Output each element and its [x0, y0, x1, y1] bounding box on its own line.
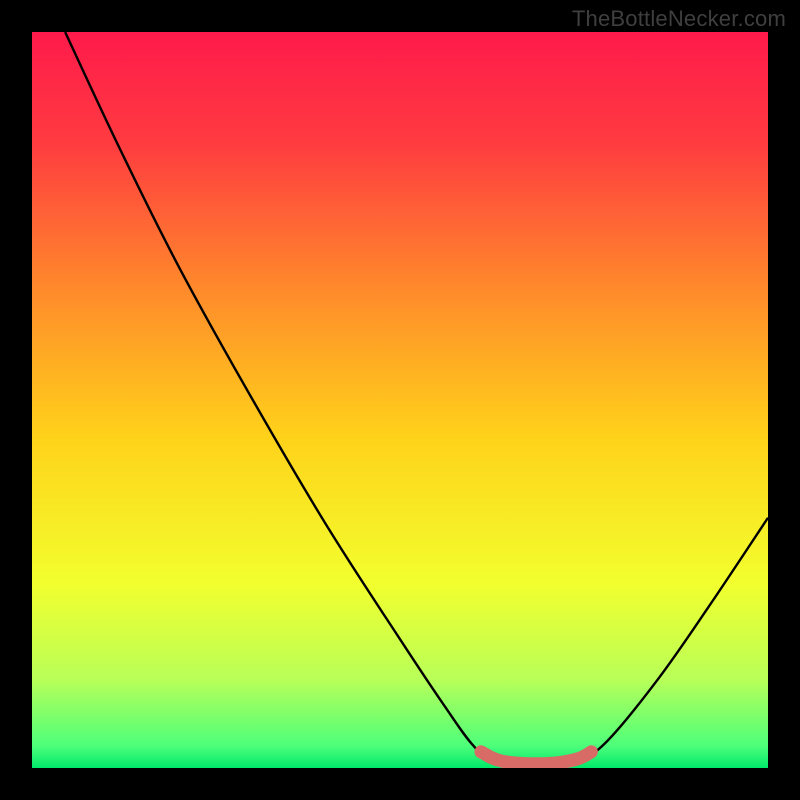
gradient-background	[32, 32, 768, 768]
chart-svg	[32, 32, 768, 768]
plot-area	[32, 32, 768, 768]
watermark-text: TheBottleNecker.com	[572, 6, 786, 32]
chart-frame: TheBottleNecker.com	[0, 0, 800, 800]
